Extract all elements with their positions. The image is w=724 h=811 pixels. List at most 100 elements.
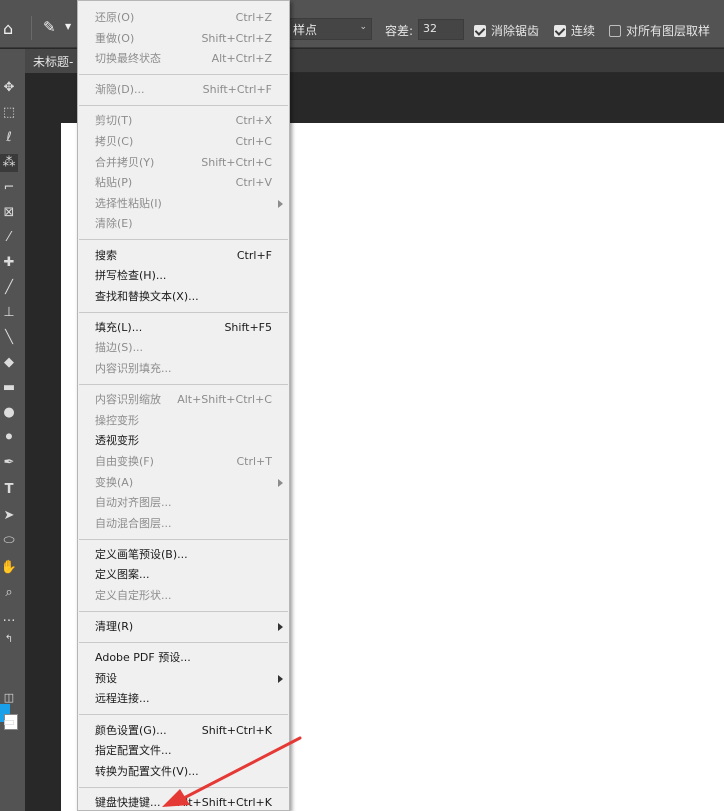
menu-separator [79, 786, 288, 788]
eraser-tool-icon[interactable]: ◆ [0, 354, 18, 372]
clone-stamp-tool-icon[interactable]: ⊥ [0, 304, 18, 322]
tolerance-label: 容差: [385, 24, 414, 38]
menu-item: 切换最终状态 Alt+Ctrl+Z [78, 49, 289, 69]
menu-item[interactable]: 颜色设置(G)... Shift+Ctrl+K [78, 721, 289, 741]
menu-item-label: 自由变换(F) [95, 454, 154, 468]
move-tool-icon[interactable]: ✥ [0, 79, 18, 97]
menu-item[interactable]: 查找和替换文本(X)... [78, 287, 289, 307]
menu-item-shortcut: Ctrl+F [236, 248, 272, 262]
path-selection-tool-icon[interactable]: ➤ [0, 507, 18, 525]
menu-separator [79, 105, 288, 107]
menu-item: 清除(E) [78, 214, 289, 234]
menu-item-label: 查找和替换文本(X)... [95, 289, 199, 303]
menu-item: 自动混合图层... [78, 514, 289, 534]
menu-item-label: 操控变形 [95, 413, 139, 427]
menu-item-label: 还原(O) [95, 11, 135, 24]
submenu-arrow-icon [278, 623, 283, 632]
magic-wand-tool-preset[interactable]: ✎ ▼ [43, 18, 73, 40]
menu-item-shortcut: Ctrl+Z [235, 11, 272, 24]
menu-item: 内容识别缩放 Alt+Shift+Ctrl+C [78, 390, 289, 410]
history-brush-tool-icon[interactable]: ╲ [0, 329, 18, 347]
crop-tool-icon[interactable]: ⌐ [0, 179, 18, 197]
menu-separator [79, 641, 288, 643]
antialias-label: 消除锯齿 [491, 24, 540, 38]
menu-item-label: 剪切(T) [95, 114, 133, 128]
menu-item[interactable]: 定义画笔预设(B)... [78, 545, 289, 565]
menu-item-shortcut: Shift+Ctrl+Z [201, 31, 272, 45]
tolerance-input[interactable]: 32 [418, 19, 464, 40]
dodge-tool-icon[interactable]: ⚫ [0, 429, 18, 447]
checkbox-unchecked-icon [609, 24, 621, 37]
type-tool-icon[interactable]: T [0, 481, 18, 499]
menu-item[interactable]: 远程连接... [78, 689, 289, 709]
menu-item-label: 填充(L)... [95, 320, 143, 334]
menu-item-label: 颜色设置(G)... [95, 723, 167, 737]
more-tools-icon[interactable]: … [0, 609, 18, 627]
swap-colors-icon[interactable]: ↰ [0, 631, 18, 649]
menu-separator [79, 74, 288, 76]
menu-item-label: 远程连接... [95, 692, 150, 706]
menu-item-label: 转换为配置文件(V)... [95, 764, 199, 778]
menu-item-label: 内容识别缩放 [95, 393, 161, 407]
menu-item: 描边(S)... [78, 338, 289, 358]
marquee-tool-icon[interactable]: ⬚ [0, 104, 18, 122]
menu-item: 自由变换(F) Ctrl+T [78, 452, 289, 472]
menu-item-shortcut: Shift+Ctrl+K [201, 723, 272, 737]
contiguous-checkbox[interactable]: 连续 [554, 22, 595, 39]
checkbox-checked-icon [474, 24, 486, 37]
menu-item[interactable]: 转换为配置文件(V)... [78, 762, 289, 782]
divider [31, 16, 32, 40]
submenu-arrow-icon [278, 199, 283, 208]
eyedropper-tool-icon[interactable]: ⁄ [0, 229, 18, 247]
menu-item: 重做(O) Shift+Ctrl+Z [78, 29, 289, 49]
magic-wand-tool-icon[interactable]: ⁂ [0, 154, 18, 172]
contiguous-label: 连续 [571, 24, 596, 38]
quick-mask-icon[interactable]: ◫ [0, 689, 18, 707]
menu-item-label: 合并拷贝(Y) [95, 155, 155, 169]
tools-panel: ✥ ⬚ ℓ ⁂ ⌐ ⊠ ⁄ ✚ ╱ ⊥ ╲ ◆ ▬ ● ⚫ ✒ T ➤ ⬭ ✋ … [0, 49, 25, 811]
menu-item-shortcut: Ctrl+X [235, 114, 272, 128]
menu-item-label: 清理(R) [95, 620, 134, 634]
brush-tool-icon[interactable]: ╱ [0, 279, 18, 297]
menu-item: 拷贝(C) Ctrl+C [78, 132, 289, 152]
home-icon[interactable]: ⌂ [3, 20, 21, 38]
pen-tool-icon[interactable]: ✒ [0, 454, 18, 472]
menu-item[interactable]: Adobe PDF 预设... [78, 648, 289, 668]
menu-item[interactable]: 清理(R) [78, 617, 289, 637]
menu-item[interactable]: 搜索 Ctrl+F [78, 246, 289, 266]
frame-tool-icon[interactable]: ⊠ [0, 204, 18, 222]
menu-item[interactable]: 指定配置文件... [78, 741, 289, 761]
document-tab[interactable]: 未标题- [25, 49, 85, 73]
menu-item: 定义自定形状... [78, 586, 289, 606]
healing-brush-tool-icon[interactable]: ✚ [0, 254, 18, 272]
menu-item-label: 透视变形 [95, 434, 139, 448]
menu-item[interactable]: 定义图案... [78, 565, 289, 585]
checkbox-checked-icon [554, 24, 566, 37]
menu-item-label: 粘贴(P) [95, 176, 133, 190]
menu-item-shortcut: Alt+Ctrl+Z [211, 52, 272, 66]
antialias-checkbox[interactable]: 消除锯齿 [474, 22, 539, 39]
magic-wand-icon: ✎ [43, 18, 56, 36]
menu-item[interactable]: 填充(L)... Shift+F5 [78, 318, 289, 338]
menu-item[interactable]: 预设 [78, 669, 289, 689]
hand-tool-icon[interactable]: ✋ [0, 559, 18, 577]
menu-item[interactable]: 拼写检查(H)... [78, 266, 289, 286]
lasso-tool-icon[interactable]: ℓ [0, 129, 18, 147]
menu-item-label: 渐隐(D)... [95, 83, 145, 97]
sample-size-select[interactable]: 样点 ⌄ [288, 18, 372, 40]
gradient-tool-icon[interactable]: ▬ [0, 379, 18, 397]
menu-item[interactable]: 键盘快捷键... Alt+Shift+Ctrl+K [78, 793, 289, 811]
sample-all-layers-checkbox[interactable]: 对所有图层取样 [609, 22, 710, 39]
menu-item[interactable]: 透视变形 [78, 431, 289, 451]
menu-item-label: 拷贝(C) [95, 135, 134, 148]
menu-item-shortcut: Shift+F5 [224, 320, 272, 334]
ellipse-tool-icon[interactable]: ⬭ [0, 532, 18, 550]
menu-separator [79, 383, 288, 385]
menu-item: 变换(A) [78, 473, 289, 493]
zoom-tool-icon[interactable]: ⌕ [0, 584, 18, 602]
screen-mode-icon[interactable]: ▭ [0, 714, 18, 732]
menu-separator [79, 610, 288, 612]
menu-item-label: Adobe PDF 预设... [95, 651, 191, 665]
blur-tool-icon[interactable]: ● [0, 404, 18, 422]
chevron-down-icon: ⌄ [359, 22, 367, 32]
